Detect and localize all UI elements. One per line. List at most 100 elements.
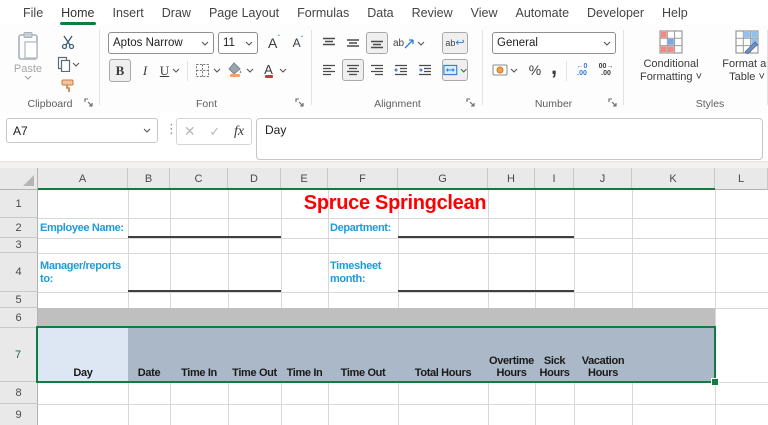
tab-help[interactable]: Help xyxy=(653,2,697,24)
tab-review[interactable]: Review xyxy=(403,2,462,24)
conditional-formatting-button[interactable]: Conditional Formatting ˅ xyxy=(632,30,710,84)
orientation-button[interactable]: ab xyxy=(392,32,426,54)
cell-i7[interactable]: Sick Hours xyxy=(535,328,574,382)
number-format-combo[interactable]: General xyxy=(492,32,616,54)
formula-input[interactable]: Day xyxy=(256,118,763,160)
enter-icon[interactable]: ✓ xyxy=(209,124,220,140)
insert-function-button[interactable]: fx xyxy=(234,124,244,140)
column-header-h[interactable]: H xyxy=(488,168,535,190)
chevron-down-icon xyxy=(213,68,221,73)
italic-button[interactable]: I xyxy=(135,59,155,82)
borders-button[interactable] xyxy=(193,59,223,82)
font-dialog-launcher[interactable] xyxy=(295,98,307,110)
align-left-button[interactable] xyxy=(318,59,340,81)
cell-j7[interactable]: Vacation Hours xyxy=(574,328,632,382)
bold-button[interactable]: B xyxy=(109,59,131,82)
column-header-k[interactable]: K xyxy=(632,168,715,190)
clipboard-dialog-launcher[interactable] xyxy=(84,98,96,110)
bottom-align-button[interactable] xyxy=(366,32,388,54)
tab-page-layout[interactable]: Page Layout xyxy=(200,2,288,24)
percent-style-button[interactable]: % xyxy=(525,59,545,81)
row-header-7[interactable]: 7 xyxy=(0,328,38,382)
comma-style-button[interactable]: , xyxy=(545,55,563,79)
cell-f4-timesheet-label[interactable]: Timesheet month: xyxy=(330,253,398,292)
paste-button[interactable]: Paste xyxy=(8,31,48,101)
tab-view[interactable]: View xyxy=(462,2,507,24)
row-header-1[interactable]: 1 xyxy=(0,190,38,218)
column-header-g[interactable]: G xyxy=(398,168,488,190)
font-color-button[interactable]: A xyxy=(259,59,289,82)
cut-button[interactable] xyxy=(56,32,80,52)
copy-button[interactable] xyxy=(56,54,80,74)
font-name-combo[interactable]: Aptos Narrow xyxy=(108,32,214,54)
top-align-button[interactable] xyxy=(318,32,340,54)
column-header-c[interactable]: C xyxy=(170,168,228,190)
cell-f7[interactable]: Time Out xyxy=(328,328,398,382)
align-right-icon xyxy=(370,64,384,76)
fill-color-button[interactable] xyxy=(225,59,255,82)
tab-draw[interactable]: Draw xyxy=(153,2,200,24)
cancel-icon[interactable]: ✕ xyxy=(184,123,196,140)
merge-center-button[interactable] xyxy=(442,59,468,81)
name-box[interactable]: A7 xyxy=(6,118,158,143)
row-header-2[interactable]: 2 xyxy=(0,218,38,238)
cell-g7[interactable]: Total Hours xyxy=(398,328,488,382)
cell-d7[interactable]: Time Out xyxy=(228,328,281,382)
gridline-h xyxy=(38,382,768,383)
tab-data[interactable]: Data xyxy=(358,2,402,24)
row-header-4[interactable]: 4 xyxy=(0,253,38,292)
cell-a2-employee-name-label[interactable]: Employee Name: xyxy=(40,218,128,238)
increase-font-size-button[interactable]: Aˆ xyxy=(263,32,285,54)
select-all-corner[interactable] xyxy=(0,168,38,190)
underline-button[interactable]: U xyxy=(157,59,183,82)
sheet-title-cell[interactable]: Spruce Springclean xyxy=(230,190,560,218)
column-header-d[interactable]: D xyxy=(228,168,281,190)
cell-a4-manager-label[interactable]: Manager/reports to: xyxy=(40,253,128,292)
tab-file[interactable]: File xyxy=(14,2,52,24)
increase-indent-button[interactable] xyxy=(414,59,436,81)
decrease-decimal-button[interactable]: 00→ .00 xyxy=(595,59,617,81)
tab-insert[interactable]: Insert xyxy=(104,2,153,24)
cell-f2-department-label[interactable]: Department: xyxy=(330,218,398,238)
row-header-6[interactable]: 6 xyxy=(0,308,38,328)
column-header-e[interactable]: E xyxy=(281,168,328,190)
column-header-a[interactable]: A xyxy=(38,168,128,190)
cell-e7[interactable]: Time In xyxy=(281,328,328,382)
number-dialog-launcher[interactable] xyxy=(608,98,620,110)
format-as-table-button[interactable]: Format as Table ˅ xyxy=(716,30,768,84)
column-header-i[interactable]: I xyxy=(535,168,574,190)
font-size-combo[interactable]: 11 xyxy=(218,32,258,54)
accounting-format-button[interactable] xyxy=(489,59,521,81)
formula-bar-buttons: ✕ ✓ fx xyxy=(176,118,252,145)
row-header-3[interactable]: 3 xyxy=(0,238,38,253)
conditional-formatting-icon xyxy=(659,30,683,54)
tab-automate[interactable]: Automate xyxy=(507,2,579,24)
decrease-indent-button[interactable] xyxy=(390,59,412,81)
row-header-5[interactable]: 5 xyxy=(0,292,38,308)
middle-align-button[interactable] xyxy=(342,32,364,54)
employee-name-entry-underline xyxy=(128,236,281,238)
column-header-l[interactable]: L xyxy=(715,168,768,190)
column-header-b[interactable]: B xyxy=(128,168,170,190)
cell-a7[interactable]: Day xyxy=(38,328,128,382)
cell-h7[interactable]: Overtime Hours xyxy=(488,328,535,382)
tab-formulas[interactable]: Formulas xyxy=(288,2,358,24)
tab-developer[interactable]: Developer xyxy=(578,2,653,24)
cell-b7[interactable]: Date xyxy=(128,328,170,382)
row-header-9[interactable]: 9 xyxy=(0,404,38,425)
center-button[interactable] xyxy=(342,59,364,81)
wrap-text-button[interactable]: ab ↩ xyxy=(442,32,468,54)
format-painter-button[interactable] xyxy=(56,76,80,96)
align-top-icon xyxy=(322,37,336,49)
increase-decimal-button[interactable]: ←0 .00 xyxy=(571,59,593,81)
column-header-f[interactable]: F xyxy=(328,168,398,190)
row-header-8[interactable]: 8 xyxy=(0,382,38,404)
align-right-button[interactable] xyxy=(366,59,388,81)
row6-gray-band[interactable] xyxy=(38,308,715,328)
decrease-font-size-button[interactable]: Aˇ xyxy=(287,32,309,54)
fill-handle[interactable] xyxy=(711,378,719,386)
alignment-dialog-launcher[interactable] xyxy=(466,98,478,110)
cell-c7[interactable]: Time In xyxy=(170,328,228,382)
tab-home[interactable]: Home xyxy=(52,2,103,24)
column-header-j[interactable]: J xyxy=(574,168,632,190)
